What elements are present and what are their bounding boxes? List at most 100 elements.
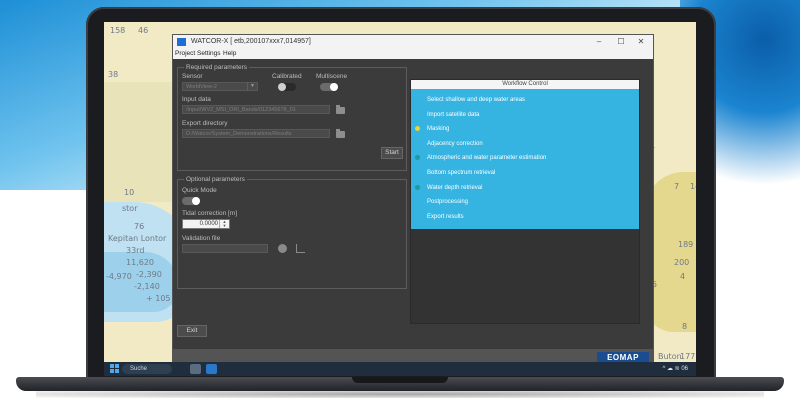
app-window[interactable]: WATCOR-X [ etb,200107xxx7,014957] – ☐ ✕ … [172,34,654,365]
os-taskbar: Suche ^ ☁ ≋ 06 [104,362,696,376]
workflow-step[interactable]: Bottom spectrum retrieval [411,166,639,180]
app-icon [177,38,186,46]
workflow-step-label: Import satellite data [427,111,480,118]
quick-mode-toggle[interactable] [182,197,200,205]
window-title: WATCOR-X [ etb,200107xxx7,014957] [191,38,311,45]
chart-land-left [104,82,174,202]
input-data-label: Input data [182,96,211,103]
chart-depth-label: 148 [690,182,696,191]
workflow-step[interactable]: Atmospheric and water parameter estimati… [411,151,639,165]
workflow-step[interactable]: Export results [411,210,639,224]
laptop-shadow [36,390,764,398]
menu-help[interactable]: Help [223,49,236,59]
menu-bar: Project Settings Help [173,49,653,59]
chart-depth-label: 76 [134,222,145,231]
workflow-step-label: Water depth retrieval [427,184,483,191]
workflow-step[interactable]: Masking [411,122,639,136]
quick-mode-label: Quick Mode [182,187,217,194]
workflow-step-label: Bottom spectrum retrieval [427,170,496,176]
workflow-step-label: Adjacency correction [427,140,483,147]
workflow-steps-list: Select shallow and deep water areas Impor… [411,89,639,229]
sensor-dropdown[interactable]: WorldView-2 ▼ [182,82,258,91]
laptop-screen: 158 38 46 10 stor 76 Kepitan Lontor 33rd 11,620 -… [104,22,696,376]
status-dot-icon [415,126,420,132]
chart-depth-label: 177 [680,352,696,361]
chart-depth-label: 10 [124,188,135,197]
export-folder-icon[interactable] [336,129,345,138]
required-parameters-group: Required parameters Sensor Calibrated Mu… [177,63,407,171]
workflow-step-label: Atmospheric and water parameter estimati… [427,155,547,162]
required-parameters-legend: Required parameters [184,63,250,72]
system-tray[interactable]: ^ ☁ ≋ 06 [662,364,688,374]
chart-depth-label: 200 [674,258,690,267]
app-content: Required parameters Sensor Calibrated Mu… [173,59,653,365]
toggle-knob [330,83,338,91]
chart-depth-label: stor [122,204,138,213]
workflow-step-label: Select shallow and deep water areas [427,97,526,103]
input-data-field[interactable]: /Input/WV2_MSI_ORI_Bands/012345678_01 [182,105,330,114]
workflow-step-label: Export results [427,213,464,220]
chart-depth-label: -2,390 [136,270,162,279]
status-dot-icon [415,184,420,190]
optional-parameters-legend: Optional parameters [184,175,247,184]
sensor-label: Sensor [182,73,203,80]
tidal-correction-label: Tidal correction [m] [182,210,238,217]
chart-depth-label: 11,620 [126,258,154,267]
chart-depth-label: 33rd [126,246,145,255]
workflow-step[interactable]: Import satellite data [411,108,639,122]
windows-start-icon[interactable] [110,364,119,373]
multiscene-toggle[interactable] [320,83,338,91]
maximize-button[interactable]: ☐ [611,35,631,49]
workflow-step[interactable]: Select shallow and deep water areas [411,93,639,107]
validation-file-label: Validation file [182,235,221,242]
chart-depth-label: 8 [682,322,688,331]
close-button[interactable]: ✕ [631,35,651,49]
calibrated-toggle[interactable] [278,83,296,91]
chart-depth-label: 38 [108,70,119,79]
chevron-down-icon: ▼ [247,83,257,90]
menu-project[interactable]: Project [175,49,195,59]
spin-arrows-icon[interactable]: ▲ ▼ [219,220,229,228]
chart-depth-label: 158 [110,26,126,35]
chart-icon[interactable] [296,244,305,253]
workflow-control-panel: Workflow Control Select shallow and deep… [410,79,640,324]
menu-settings[interactable]: Settings [197,49,221,59]
workflow-step[interactable]: Postprocessing [411,195,639,209]
chart-depth-label: + 105 [146,294,171,303]
title-bar[interactable]: WATCOR-X [ etb,200107xxx7,014957] – ☐ ✕ [173,35,653,49]
chart-depth-label: Kepitan Lontor [108,234,167,243]
workflow-step-label: Masking [427,126,450,133]
workflow-step[interactable]: Water depth retrieval [411,181,639,195]
calibrated-label: Calibrated [272,73,302,80]
toggle-knob [192,197,200,205]
chart-depth-label: -2,140 [134,282,160,291]
minimize-button[interactable]: – [589,35,609,49]
export-directory-label: Export directory [182,120,228,127]
status-dot-icon [415,155,420,161]
laptop-notch [352,377,448,383]
chart-depth-label: Buton [658,352,682,361]
taskbar-search[interactable]: Suche [122,364,172,374]
chart-depth-label: 7 [674,182,680,191]
workflow-control-header: Workflow Control [411,80,639,89]
toggle-knob [278,83,286,91]
sensor-dropdown-value: WorldView-2 [186,84,217,90]
workflow-step[interactable]: Adjacency correction [411,137,639,151]
taskbar-app-explorer-icon[interactable] [190,364,201,374]
chart-depth-label: -4,970 [106,272,132,281]
start-button[interactable]: Start [381,147,403,159]
exit-button[interactable]: Exit [177,325,207,337]
validation-file-field[interactable] [182,244,268,253]
chart-depth-label: 189 [678,240,694,249]
export-directory-field[interactable]: D:/Watcor/System_Demonstrations/Results [182,129,330,138]
multiscene-label: Multiscene [316,73,348,80]
taskbar-app-watcor-icon[interactable] [206,364,217,374]
chart-depth-label: 4 [680,272,686,281]
chart-depth-label: 46 [138,26,149,35]
input-folder-icon[interactable] [336,105,345,114]
tidal-correction-value: 0.0000 [199,221,218,227]
tidal-correction-spinbox[interactable]: 0.0000 ▲ ▼ [182,219,230,229]
workflow-step-label: Postprocessing [427,199,469,206]
optional-parameters-group: Optional parameters Quick Mode Tidal cor… [177,175,407,289]
open-file-icon[interactable] [278,244,287,253]
